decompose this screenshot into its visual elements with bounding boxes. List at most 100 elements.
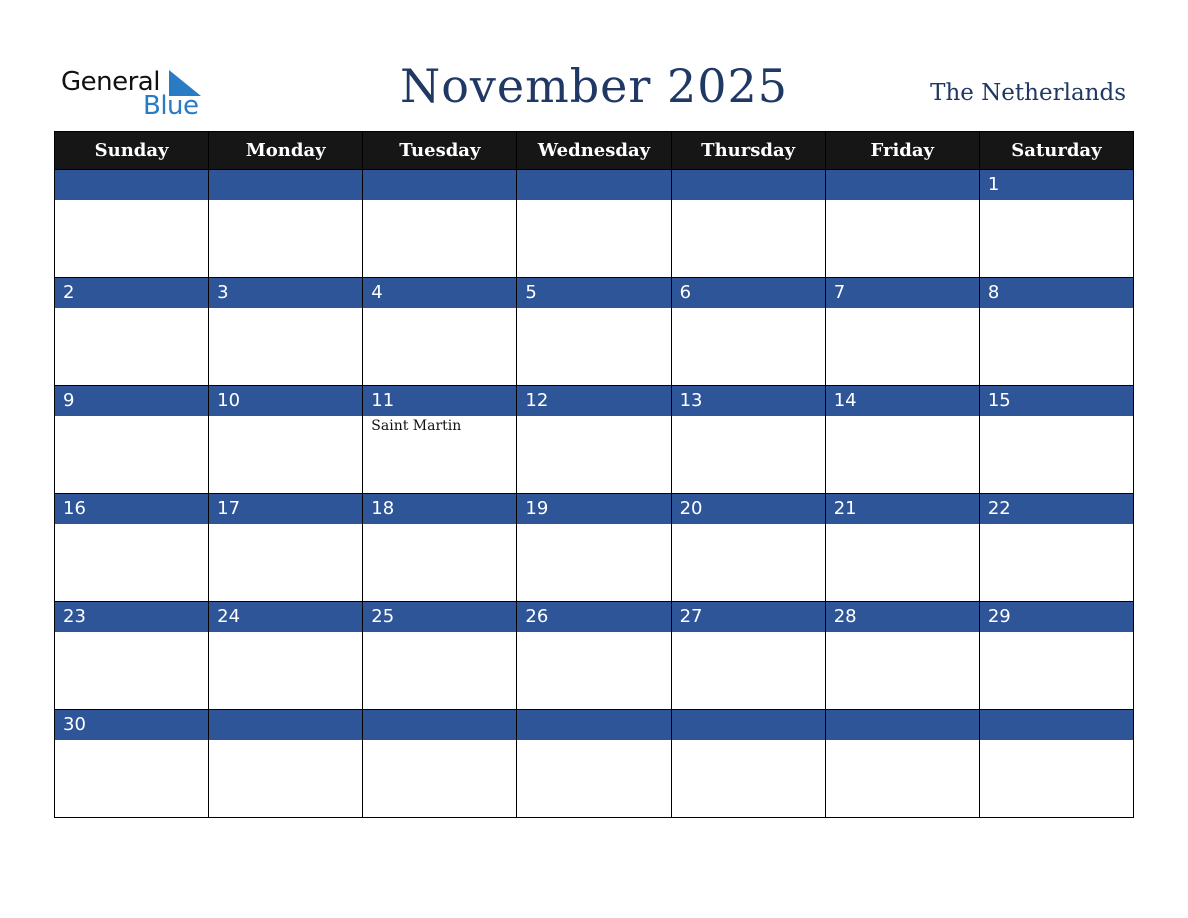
holiday-label bbox=[826, 632, 979, 634]
day-cell[interactable] bbox=[670, 709, 826, 818]
day-number: 19 bbox=[517, 494, 671, 524]
day-cell[interactable] bbox=[53, 169, 210, 278]
day-number: 22 bbox=[979, 494, 1133, 524]
holiday-label bbox=[517, 740, 670, 742]
weekday-header: Monday bbox=[208, 131, 364, 170]
day-number: 5 bbox=[517, 278, 671, 308]
day-cell[interactable]: 23 bbox=[53, 601, 210, 710]
day-cell[interactable]: 27 bbox=[670, 601, 826, 710]
day-number: 11 bbox=[363, 386, 517, 416]
day-number bbox=[825, 710, 979, 740]
holiday-label bbox=[517, 524, 670, 526]
day-number bbox=[363, 710, 517, 740]
day-number: 29 bbox=[979, 602, 1133, 632]
day-cell[interactable]: 18 bbox=[362, 493, 518, 602]
day-cell[interactable]: 30 bbox=[53, 709, 210, 818]
day-number: 15 bbox=[979, 386, 1133, 416]
day-cell[interactable] bbox=[516, 169, 672, 278]
day-number: 21 bbox=[825, 494, 979, 524]
holiday-label bbox=[209, 632, 362, 634]
day-cell[interactable]: 25 bbox=[362, 601, 518, 710]
day-number: 30 bbox=[55, 710, 209, 740]
day-number: 13 bbox=[671, 386, 825, 416]
day-cell[interactable]: 10 bbox=[208, 385, 364, 494]
day-cell[interactable]: 15 bbox=[978, 385, 1135, 494]
weekday-header: Friday bbox=[824, 131, 980, 170]
day-number: 3 bbox=[209, 278, 363, 308]
holiday-label bbox=[517, 416, 670, 418]
day-number bbox=[209, 170, 363, 200]
weekday-header-row: Sunday Monday Tuesday Wednesday Thursday Frid… bbox=[53, 131, 1135, 170]
day-cell[interactable]: 3 bbox=[208, 277, 364, 386]
holiday-label bbox=[209, 740, 362, 742]
day-cell[interactable]: 20 bbox=[670, 493, 826, 602]
day-number bbox=[363, 170, 517, 200]
day-cell[interactable] bbox=[824, 709, 980, 818]
day-number bbox=[517, 170, 671, 200]
day-cell[interactable]: 26 bbox=[516, 601, 672, 710]
day-number: 24 bbox=[209, 602, 363, 632]
day-cell[interactable] bbox=[208, 169, 364, 278]
holiday-label bbox=[209, 200, 362, 202]
day-cell[interactable]: 28 bbox=[824, 601, 980, 710]
holiday-label bbox=[209, 524, 362, 526]
day-cell[interactable]: 9 bbox=[53, 385, 210, 494]
day-number: 8 bbox=[979, 278, 1133, 308]
day-cell[interactable] bbox=[824, 169, 980, 278]
day-cell[interactable]: 29 bbox=[978, 601, 1135, 710]
day-number: 27 bbox=[671, 602, 825, 632]
day-cell[interactable]: 8 bbox=[978, 277, 1135, 386]
day-cell[interactable]: 13 bbox=[670, 385, 826, 494]
day-cell[interactable] bbox=[362, 169, 518, 278]
day-cell[interactable] bbox=[516, 709, 672, 818]
holiday-label bbox=[672, 524, 825, 526]
holiday-label bbox=[826, 308, 979, 310]
day-number: 18 bbox=[363, 494, 517, 524]
holiday-label bbox=[363, 632, 516, 634]
week-row: 2345678 bbox=[53, 277, 1135, 386]
day-cell[interactable]: 7 bbox=[824, 277, 980, 386]
day-cell[interactable]: 5 bbox=[516, 277, 672, 386]
calendar-grid: Sunday Monday Tuesday Wednesday Thursday Frid… bbox=[53, 131, 1135, 818]
day-number: 4 bbox=[363, 278, 517, 308]
weekday-header: Saturday bbox=[978, 131, 1135, 170]
holiday-label bbox=[55, 524, 208, 526]
holiday-label bbox=[672, 308, 825, 310]
day-cell[interactable]: 6 bbox=[670, 277, 826, 386]
holiday-label bbox=[826, 524, 979, 526]
day-number: 9 bbox=[55, 386, 209, 416]
holiday-label bbox=[980, 632, 1133, 634]
day-cell[interactable]: 14 bbox=[824, 385, 980, 494]
holiday-label bbox=[672, 740, 825, 742]
week-row: 30 bbox=[53, 709, 1135, 818]
week-row: 23 24 25 26 27 28 29 bbox=[53, 601, 1135, 710]
day-cell[interactable]: 4 bbox=[362, 277, 518, 386]
day-number: 26 bbox=[517, 602, 671, 632]
day-cell[interactable] bbox=[362, 709, 518, 818]
day-cell[interactable]: 24 bbox=[208, 601, 364, 710]
day-cell[interactable]: 2 bbox=[53, 277, 210, 386]
weekday-header: Sunday bbox=[53, 131, 210, 170]
week-row: 1 bbox=[53, 169, 1135, 278]
holiday-label bbox=[980, 308, 1133, 310]
day-number bbox=[671, 170, 825, 200]
holiday-label bbox=[672, 200, 825, 202]
day-cell[interactable]: 21 bbox=[824, 493, 980, 602]
day-cell[interactable]: 19 bbox=[516, 493, 672, 602]
day-cell[interactable]: 12 bbox=[516, 385, 672, 494]
day-number: 16 bbox=[55, 494, 209, 524]
day-number: 28 bbox=[825, 602, 979, 632]
day-cell[interactable]: 16 bbox=[53, 493, 210, 602]
day-cell[interactable] bbox=[208, 709, 364, 818]
weekday-header: Tuesday bbox=[362, 131, 518, 170]
day-cell[interactable]: 11 Saint Martin bbox=[362, 385, 518, 494]
holiday-label bbox=[363, 308, 516, 310]
holiday-label bbox=[55, 308, 208, 310]
day-cell[interactable] bbox=[978, 709, 1135, 818]
day-cell[interactable] bbox=[670, 169, 826, 278]
day-cell[interactable]: 1 bbox=[978, 169, 1135, 278]
holiday-label bbox=[980, 200, 1133, 202]
day-cell[interactable]: 17 bbox=[208, 493, 364, 602]
day-cell[interactable]: 22 bbox=[978, 493, 1135, 602]
country-label: The Netherlands bbox=[930, 80, 1126, 106]
